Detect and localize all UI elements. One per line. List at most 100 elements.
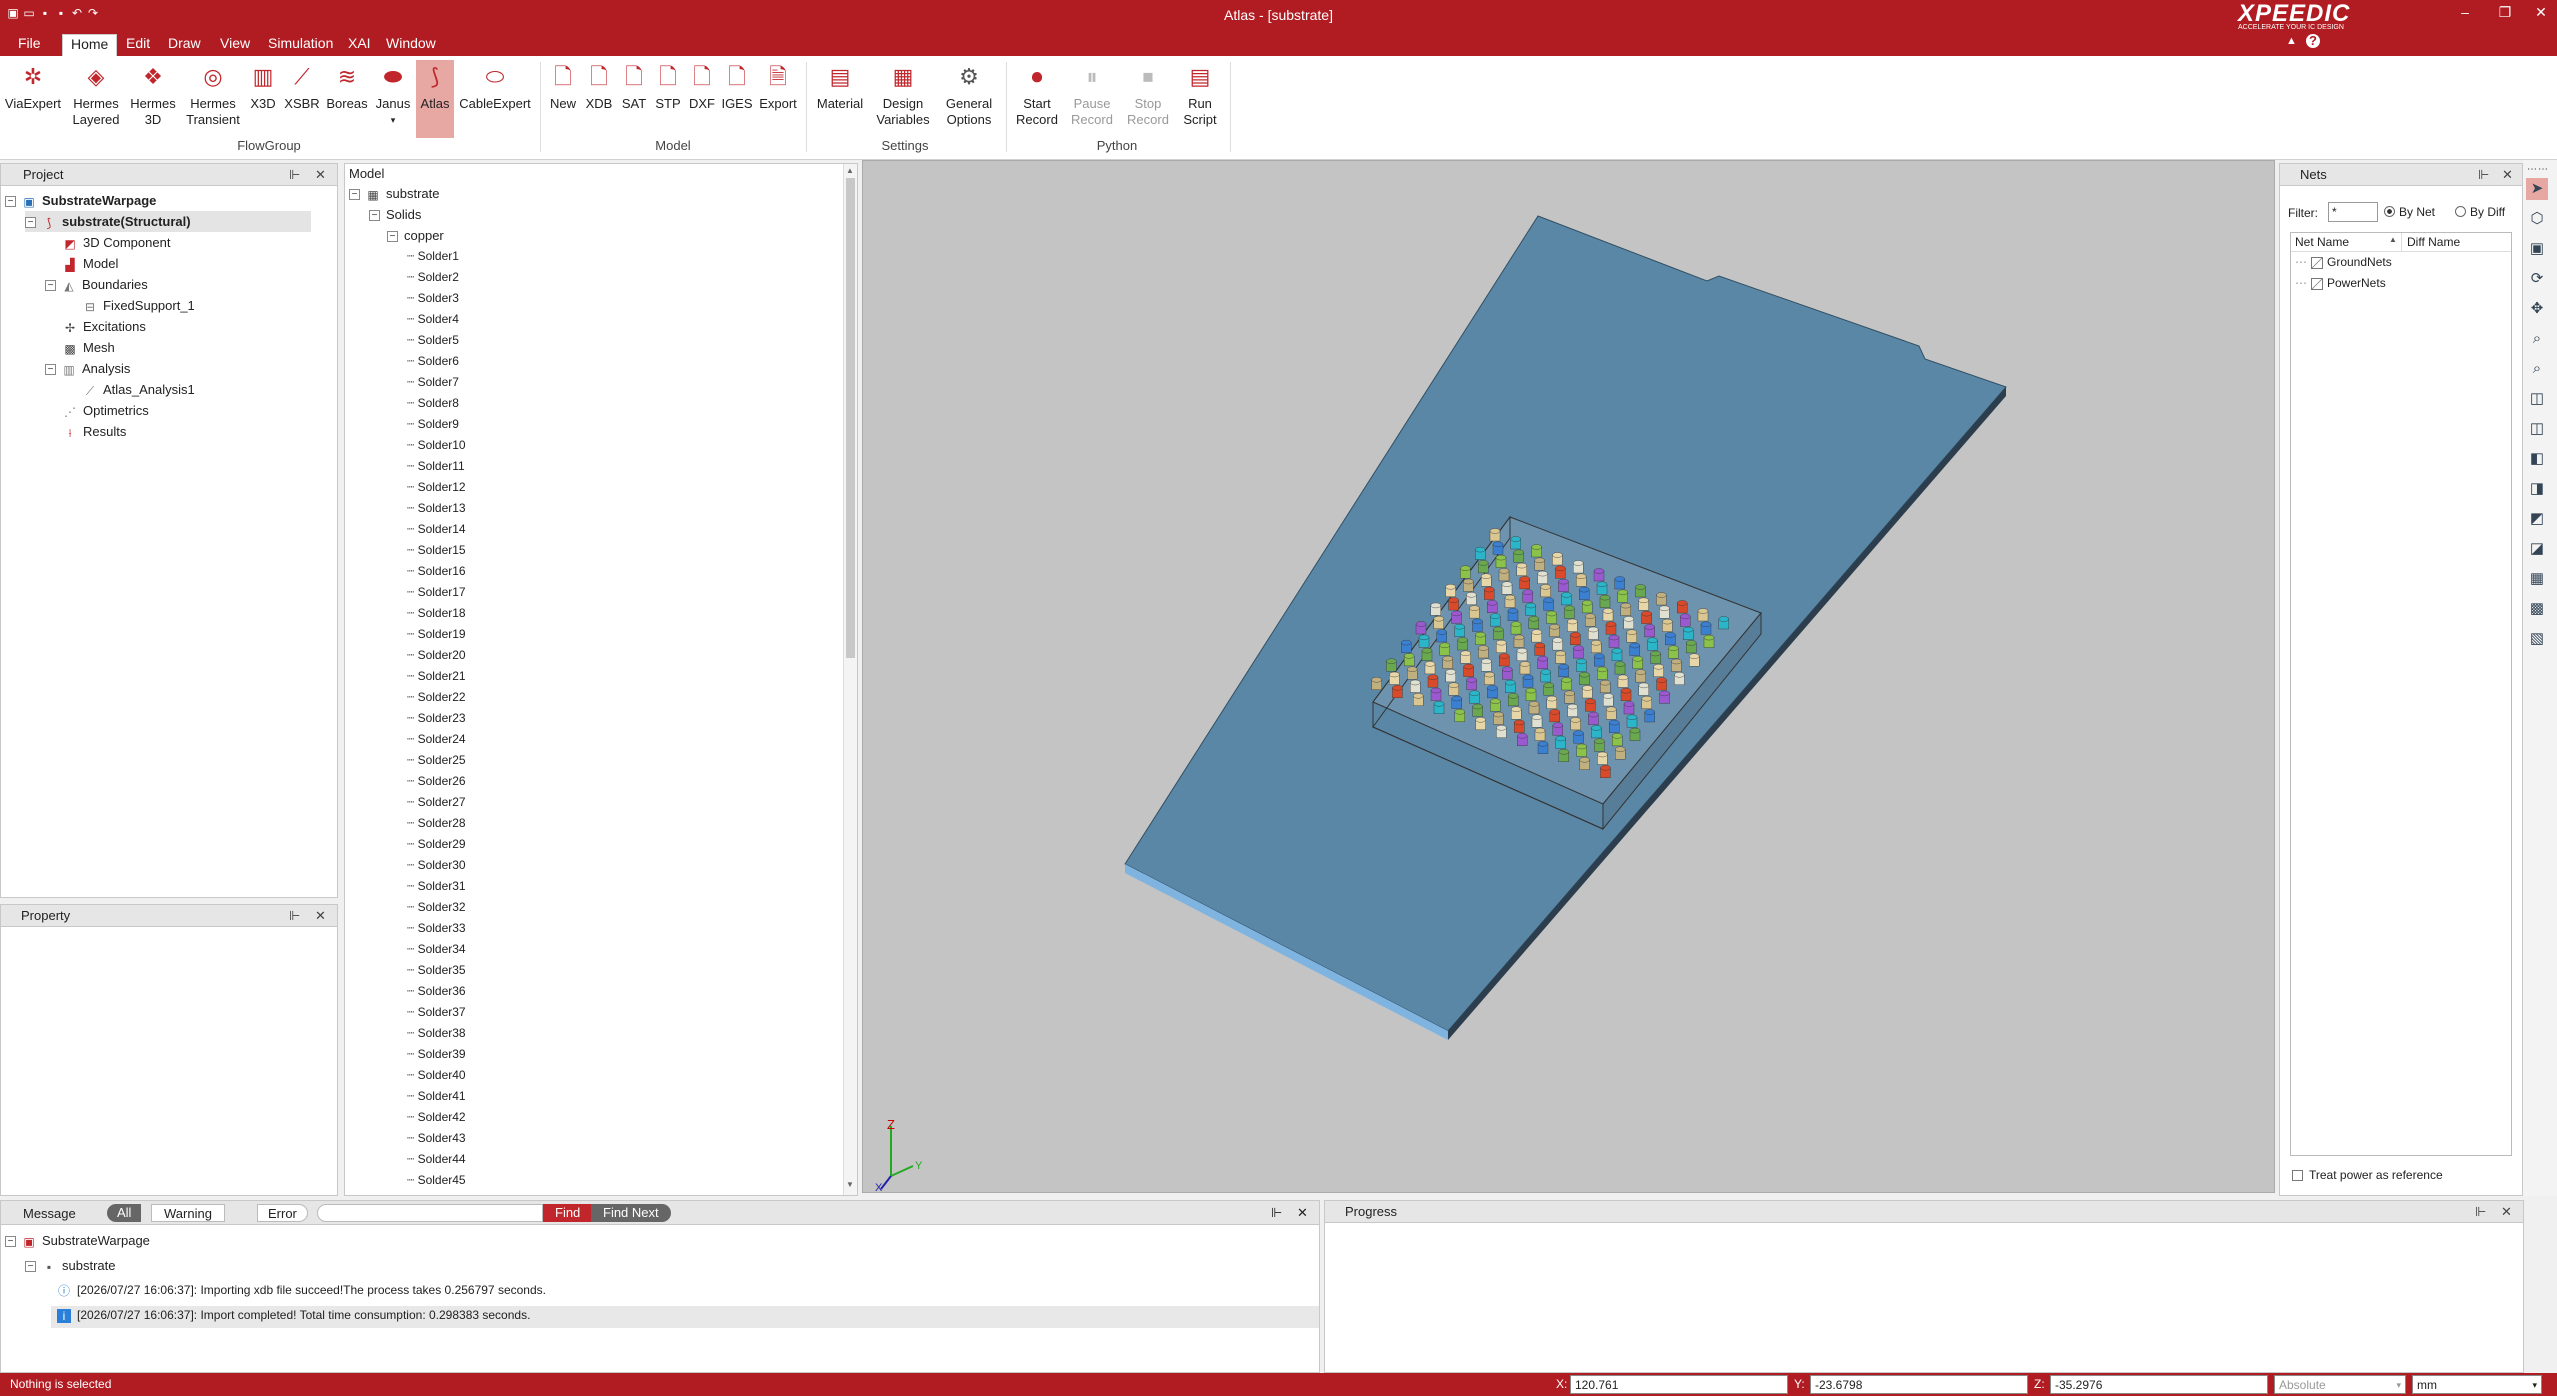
z-coord-field[interactable]: -35.2976 — [2050, 1375, 2268, 1394]
tree-item-results[interactable]: ⟊ Results — [63, 421, 126, 442]
boreas-button[interactable]: ≋ Boreas — [324, 62, 370, 112]
tree-item-solder[interactable]: ┈ Solder44 — [407, 1152, 466, 1173]
view-right-icon[interactable]: ◨ — [2526, 478, 2548, 500]
tree-item-project-root[interactable]: − ▣ SubstrateWarpage — [5, 190, 156, 211]
tree-item-solids[interactable]: − Solids — [369, 207, 421, 228]
tree-item-substrate[interactable]: − ▦ substrate — [349, 186, 439, 207]
view-back-icon[interactable]: ◫ — [2526, 418, 2548, 440]
tree-item-boundaries[interactable]: − ◭ Boundaries — [45, 274, 148, 295]
by-diff-radio[interactable] — [2455, 206, 2466, 217]
tree-item-excitations[interactable]: ✢ Excitations — [63, 316, 146, 337]
pin-icon[interactable]: ⊩ — [289, 164, 300, 186]
unit-select[interactable]: mm ▾ — [2412, 1375, 2542, 1394]
coordinate-mode-select[interactable]: Absolute ▾ — [2274, 1375, 2406, 1394]
menu-draw[interactable]: Draw — [160, 34, 209, 56]
run-script-button[interactable]: ▤ Run Script — [1178, 62, 1222, 128]
tree-item-solder[interactable]: ┈ Solder12 — [407, 480, 466, 501]
tree-item-solder[interactable]: ┈ Solder24 — [407, 732, 466, 753]
sat-button[interactable]: 🗋 SAT — [618, 62, 650, 112]
close-icon[interactable]: ✕ — [2501, 1201, 2512, 1223]
tree-item-solder[interactable]: ┈ Solder37 — [407, 1005, 466, 1026]
zoom-icon[interactable]: ⌕ — [2526, 328, 2548, 350]
scrollbar-thumb[interactable] — [846, 178, 855, 658]
find-next-button[interactable]: Find Next — [591, 1204, 671, 1222]
tree-item-solder[interactable]: ┈ Solder2 — [407, 270, 459, 291]
scroll-up-icon[interactable]: ▲ — [846, 166, 854, 175]
menu-simulation[interactable]: Simulation — [260, 34, 341, 56]
tree-item-solder[interactable]: ┈ Solder14 — [407, 522, 466, 543]
tree-item-design[interactable]: − ⟆ substrate(Structural) — [25, 211, 311, 232]
pin-icon[interactable]: ⊩ — [2478, 164, 2489, 186]
export-button[interactable]: 🗎 Export — [756, 62, 800, 112]
tree-item-model[interactable]: ▟ Model — [63, 253, 118, 274]
message-tree-root[interactable]: − ▣ SubstrateWarpage — [5, 1233, 150, 1254]
view-front-icon[interactable]: ◫ — [2526, 388, 2548, 410]
tree-item-solder[interactable]: ┈ Solder15 — [407, 543, 466, 564]
net-row-powernets[interactable]: ⋯ PowerNets — [2295, 276, 2386, 290]
menu-view[interactable]: View — [212, 34, 258, 56]
tree-item-solder[interactable]: ┈ Solder18 — [407, 606, 466, 627]
view-shaded-icon[interactable]: ▧ — [2526, 628, 2548, 650]
rotate-icon[interactable]: ⟳ — [2526, 268, 2548, 290]
cableexpert-button[interactable]: ⬭ CableExpert — [458, 62, 532, 112]
design-variables-button[interactable]: ▦ Design Variables — [872, 62, 934, 128]
tree-item-solder[interactable]: ┈ Solder11 — [407, 459, 465, 480]
tree-item-solder[interactable]: ┈ Solder17 — [407, 585, 466, 606]
tree-item-solder[interactable]: ┈ Solder8 — [407, 396, 459, 417]
tree-item-mesh[interactable]: ▩ Mesh — [63, 337, 114, 358]
treat-power-checkbox[interactable] — [2292, 1170, 2303, 1181]
x-coord-field[interactable]: 120.761 — [1570, 1375, 1788, 1394]
tree-item-solder[interactable]: ┈ Solder22 — [407, 690, 466, 711]
pin-icon[interactable]: ⊩ — [2475, 1201, 2486, 1223]
new-button[interactable]: 🗋 New — [546, 62, 580, 112]
menu-xai[interactable]: XAI — [340, 34, 379, 56]
message-line[interactable]: ⓘ [2026/07/27 16:06:37]: Importing xdb fi… — [57, 1283, 546, 1304]
message-tree-substrate[interactable]: − ▪ substrate — [25, 1258, 115, 1279]
xsbr-button[interactable]: ⟋ XSBR — [282, 62, 322, 112]
tree-item-solder[interactable]: ┈ Solder38 — [407, 1026, 466, 1047]
scroll-down-icon[interactable]: ▼ — [846, 1180, 854, 1189]
view-solid-icon[interactable]: ▩ — [2526, 598, 2548, 620]
tree-item-solder[interactable]: ┈ Solder42 — [407, 1110, 466, 1131]
janus-button[interactable]: ⬬ Janus ▾ — [372, 62, 414, 128]
collapse-ribbon-icon[interactable]: ▲ — [2286, 35, 2297, 47]
close-icon[interactable]: ✕ — [1297, 1205, 1308, 1221]
tree-item-solder[interactable]: ┈ Solder26 — [407, 774, 466, 795]
tree-item-solder[interactable]: ┈ Solder27 — [407, 795, 466, 816]
by-net-radio[interactable] — [2384, 206, 2395, 217]
tree-item-optimetrics[interactable]: ⋰ Optimetrics — [63, 400, 149, 421]
tree-item-copper[interactable]: − copper — [387, 228, 444, 249]
tab-all[interactable]: All — [107, 1204, 142, 1222]
model-tree-scrollbar[interactable]: ▲ ▼ — [843, 164, 857, 1195]
general-options-button[interactable]: ⚙ General Options — [938, 62, 1000, 128]
view-iso-icon[interactable]: ▣ — [2526, 238, 2548, 260]
tree-item-solder[interactable]: ┈ Solder35 — [407, 963, 466, 984]
tree-item-solder[interactable]: ┈ Solder30 — [407, 858, 466, 879]
tree-item-solder[interactable]: ┈ Solder13 — [407, 501, 466, 522]
view-fit-icon[interactable]: ⬡ — [2526, 208, 2548, 230]
tree-item-fixedsupport[interactable]: ⊟ FixedSupport_1 — [83, 295, 195, 316]
hermes-transient-button[interactable]: ◎ Hermes Transient — [182, 62, 244, 128]
tree-item-analysis[interactable]: − ▥ Analysis — [45, 358, 130, 379]
tree-item-solder[interactable]: ┈ Solder34 — [407, 942, 466, 963]
tree-item-solder[interactable]: ┈ Solder31 — [407, 879, 466, 900]
menu-edit[interactable]: Edit — [118, 34, 158, 56]
close-window-icon[interactable]: ✕ — [2526, 4, 2556, 21]
find-button[interactable]: Find — [543, 1204, 593, 1222]
start-record-button[interactable]: ⏺ Start Record — [1012, 62, 1062, 128]
tree-item-atlas-analysis[interactable]: ⟋ Atlas_Analysis1 — [83, 379, 195, 400]
tree-item-solder[interactable]: ┈ Solder40 — [407, 1068, 466, 1089]
tree-item-solder[interactable]: ┈ Solder21 — [407, 669, 466, 690]
view-bottom-icon[interactable]: ◪ — [2526, 538, 2548, 560]
tree-item-solder[interactable]: ┈ Solder43 — [407, 1131, 466, 1152]
hermes-layered-button[interactable]: ◈ Hermes Layered — [66, 62, 126, 128]
tree-item-solder[interactable]: ┈ Solder28 — [407, 816, 466, 837]
tree-item-solder[interactable]: ┈ Solder39 — [407, 1047, 466, 1068]
sort-asc-icon[interactable]: ▲ — [2389, 235, 2397, 244]
tree-item-solder[interactable]: ┈ Solder32 — [407, 900, 466, 921]
pin-icon[interactable]: ⊩ — [289, 905, 300, 927]
net-row-groundnets[interactable]: ⋯ GroundNets — [2295, 255, 2392, 269]
tree-item-solder[interactable]: ┈ Solder29 — [407, 837, 466, 858]
tree-item-solder[interactable]: ┈ Solder20 — [407, 648, 466, 669]
tree-item-solder[interactable]: ┈ Solder16 — [407, 564, 466, 585]
